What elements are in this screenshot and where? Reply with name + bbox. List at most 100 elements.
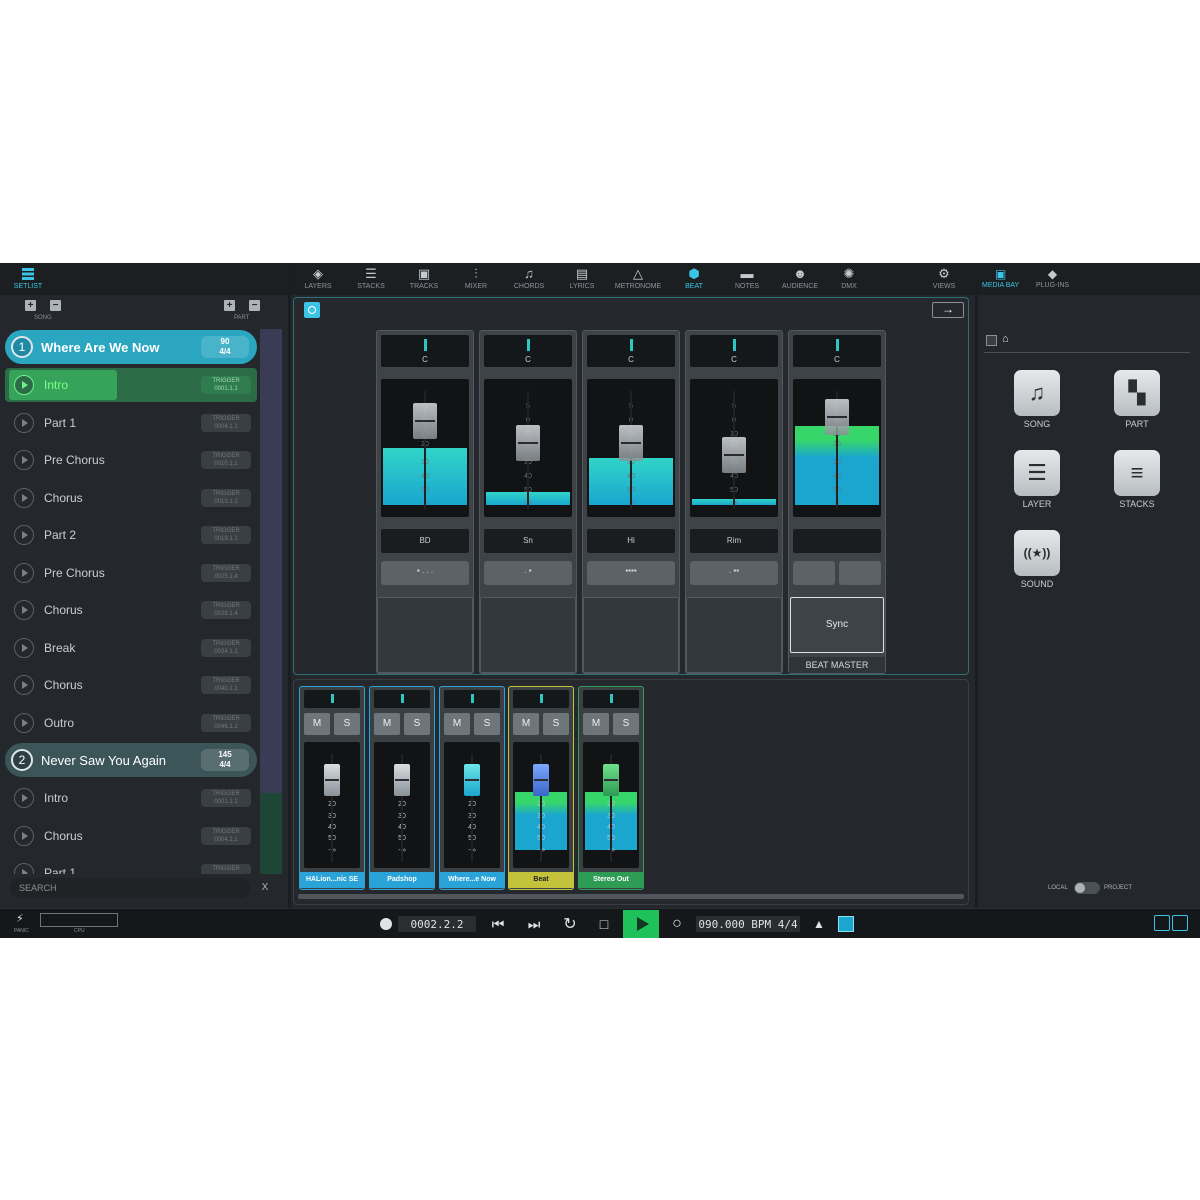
media-bay-checkbox[interactable] [986,335,997,346]
tab-lyrics[interactable]: ▤ LYRICS [555,266,609,290]
part-play-icon[interactable] [14,562,34,583]
media-tile-layer[interactable]: ☰ LAYER [1002,450,1072,509]
solo-button[interactable]: S [334,713,360,735]
part-row[interactable]: Chorus TRIGGER 0028.1.4 [5,593,257,627]
tab-media-bay[interactable]: ▣ MEDIA BAY [982,266,1019,289]
drum-pad[interactable] [686,597,782,673]
search-input[interactable]: SEARCH [10,878,250,898]
expand-button[interactable]: → [932,302,964,318]
part-row[interactable]: Outro TRIGGER 0046.1.1 [5,706,257,740]
mute-button[interactable]: M [444,713,470,735]
tab-notes[interactable]: ▬ NOTES [720,266,774,290]
pan-knob[interactable] [374,690,430,708]
tempo-display[interactable]: 090.000 BPM 4/4 [696,916,800,932]
volume-fader[interactable] [464,764,480,796]
volume-fader[interactable] [825,399,849,435]
part-play-icon[interactable] [14,825,34,846]
media-tile-stacks[interactable]: ≡ STACKS [1102,450,1172,509]
cycle-button[interactable]: ↻ [560,909,580,939]
part-play-icon[interactable] [14,375,34,395]
pattern-button[interactable]: ▪▪▪▪ [587,561,675,585]
layout-right-icon[interactable] [1172,915,1188,931]
setlist-scrollbar[interactable] [260,329,282,874]
part-row[interactable]: Pre Chorus TRIGGER 0025.1.4 [5,556,257,590]
record-button[interactable]: ○ [667,909,687,939]
tab-audience[interactable]: ☻ AUDIENCE [773,266,827,290]
solo-button[interactable]: S [543,713,569,735]
volume-fader[interactable] [603,764,619,796]
play-button[interactable] [623,910,659,938]
tab-tracks[interactable]: ▣ TRACKS [397,266,451,290]
tab-mixer[interactable]: ⫶ MIXER [449,266,503,290]
click-indicator[interactable] [838,916,854,932]
media-tile-sound[interactable]: ((★)) SOUND [1002,530,1072,589]
tab-metronome[interactable]: △ METRONOME [611,266,665,290]
mute-button[interactable]: M [583,713,609,735]
metronome-icon[interactable]: ▲ [810,909,828,939]
search-clear-button[interactable]: X [258,880,272,896]
part-row[interactable]: Intro TRIGGER 0001.1.1 [5,781,257,815]
setlist-scroll-thumb[interactable] [260,793,282,874]
part-play-icon[interactable] [14,412,34,433]
part-row[interactable]: Chorus TRIGGER 0013.1.1 [5,481,257,515]
layout-left-icon[interactable] [1154,915,1170,931]
pan-knob[interactable] [513,690,569,708]
pan-knob[interactable]: C [793,335,881,367]
beat-power-icon[interactable] [304,302,320,318]
tab-layers[interactable]: ◈ LAYERS [291,266,345,290]
part-play-icon[interactable] [14,788,34,808]
song-row[interactable]: 1 Where Are We Now 90 4/4 [5,330,257,364]
beat-option-button[interactable] [793,561,835,585]
drum-pad[interactable] [377,597,473,673]
home-icon[interactable]: ⌂ [1002,333,1009,345]
mute-button[interactable]: M [304,713,330,735]
media-tile-song[interactable]: ♫ SONG [1002,370,1072,429]
part-play-icon[interactable] [14,450,34,470]
mixer-scrollbar[interactable] [298,894,964,899]
part-row[interactable]: Part 2 TRIGGER 0019.1.1 [5,518,257,552]
pan-knob[interactable] [583,690,639,708]
beat-option-button[interactable] [839,561,881,585]
part-row[interactable]: Chorus TRIGGER 0040.1.1 [5,668,257,702]
part-play-icon[interactable] [14,637,34,658]
panic-icon[interactable]: ⚡ [16,912,24,925]
forward-button[interactable]: ⏭ [524,909,544,939]
song-row[interactable]: 2 Never Saw You Again 145 4/4 [5,743,257,777]
stop-button[interactable]: □ [594,909,614,939]
tab-plug-ins[interactable]: ◆ PLUG-INS [1036,266,1069,289]
mute-button[interactable]: M [513,713,539,735]
part-play-icon[interactable] [14,487,34,508]
volume-fader[interactable] [619,425,643,461]
remove-part-button[interactable]: − [249,300,260,311]
volume-fader[interactable] [394,764,410,796]
part-row[interactable]: Part 1 TRIGGER0007.1.1 [5,856,257,874]
drum-pad[interactable] [583,597,679,673]
solo-button[interactable]: S [404,713,430,735]
rewind-button[interactable]: ⏮ [488,909,508,939]
part-play-icon[interactable] [14,525,34,545]
pattern-button[interactable]: . ▪▪ [690,561,778,585]
media-tile-part[interactable]: ▚ PART [1102,370,1172,429]
add-song-button[interactable]: + [25,300,36,311]
pan-knob[interactable] [304,690,360,708]
pan-knob[interactable]: C [484,335,572,367]
pan-knob[interactable]: C [381,335,469,367]
part-row[interactable]: Pre Chorus TRIGGER 0010.1.1 [5,443,257,477]
solo-button[interactable]: S [613,713,639,735]
tab-chords[interactable]: ♫ CHORDS [502,266,556,290]
part-row[interactable]: Part 1 TRIGGER 0004.1.1 [5,406,257,440]
part-play-icon[interactable] [14,600,34,620]
local-project-toggle[interactable] [1074,882,1100,894]
tab-setlist[interactable]: SETLIST [8,267,48,290]
part-row[interactable]: Break TRIGGER 0034.1.1 [5,631,257,665]
tab-views[interactable]: ⚙ VIEWS [917,266,971,290]
volume-fader[interactable] [516,425,540,461]
pan-knob[interactable] [444,690,500,708]
pattern-button[interactable]: ▪ . . . [381,561,469,585]
part-play-icon[interactable] [14,712,34,733]
volume-fader[interactable] [324,764,340,796]
tab-beat[interactable]: ⬢ BEAT [667,266,721,290]
volume-fader[interactable] [533,764,549,796]
volume-fader[interactable] [722,437,746,473]
tab-stacks[interactable]: ☰ STACKS [344,266,398,290]
